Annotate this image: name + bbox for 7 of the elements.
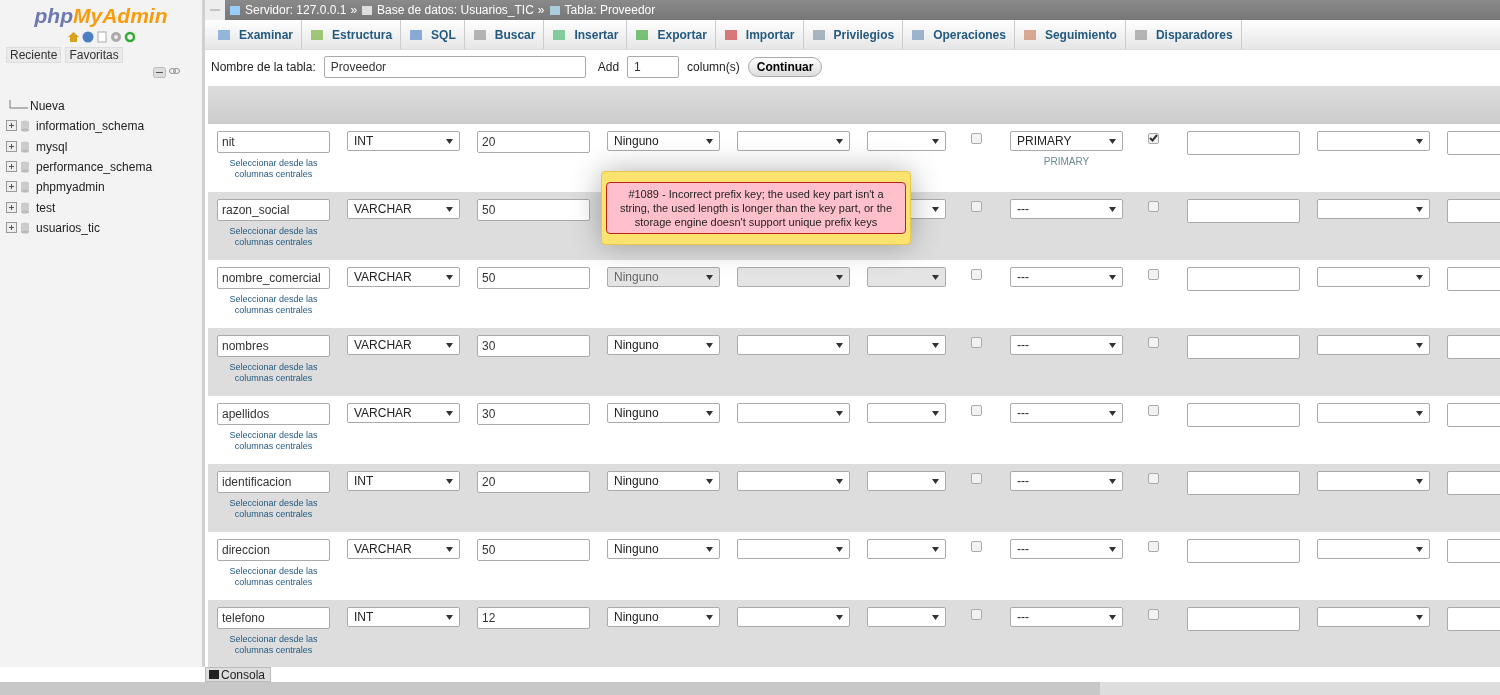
table-name-label: Nombre de la tabla: — [211, 59, 316, 74]
breadcrumb-separator: » — [537, 3, 545, 17]
columns-label: column(s) — [687, 59, 740, 74]
error-message: #1089 - Incorrect prefix key; the used key part isn't a string, the used length is longer than the key part, or the storage engine doesn't support unique prefix keys — [606, 182, 906, 234]
index-name-label: PRIMARY — [1043, 156, 1090, 167]
add-label: Add — [597, 59, 620, 74]
breadcrumb-separator: » — [350, 3, 358, 17]
